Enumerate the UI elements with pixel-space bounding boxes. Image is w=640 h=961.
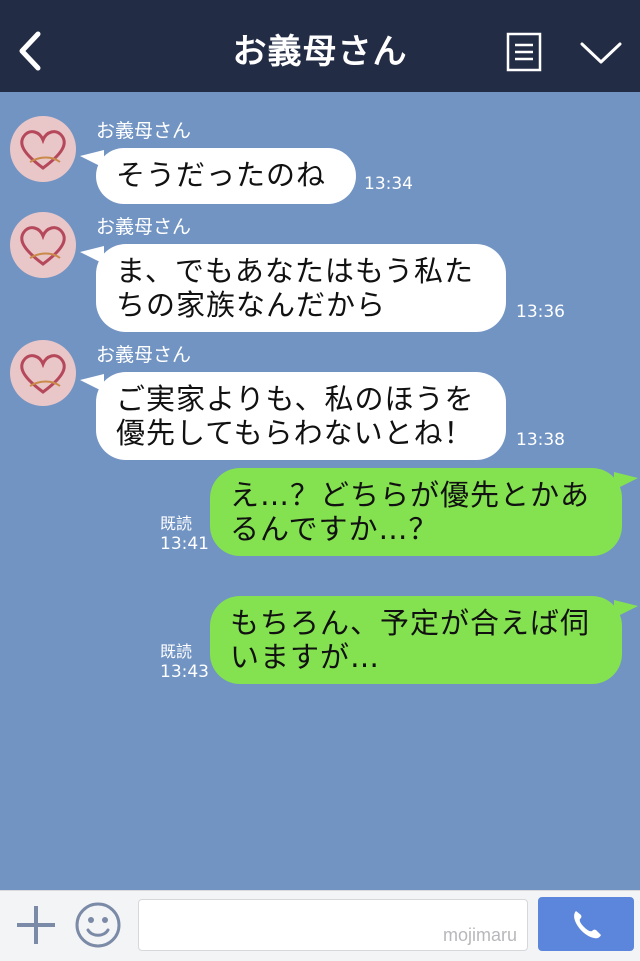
sender-name: お義母さん — [96, 344, 192, 366]
call-button[interactable] — [538, 897, 634, 951]
phone-icon — [574, 911, 601, 939]
smile-icon[interactable] — [74, 901, 122, 949]
chat-title: お義母さん — [232, 32, 408, 72]
avatar[interactable] — [10, 212, 76, 278]
bubble-tail — [614, 472, 638, 490]
timestamp: 13:36 — [516, 302, 565, 322]
timestamp: 13:38 — [516, 430, 565, 450]
chevron-down-icon[interactable] — [580, 40, 622, 66]
message-bubble[interactable]: ま、でもあなたはもう私た ちの家族なんだから — [96, 244, 506, 332]
message-bubble[interactable]: そうだったのね — [96, 148, 356, 204]
chat-area: お義母さん そうだったのね 13:34 お義母さん ま、でもあなたはもう私た ち… — [0, 92, 640, 890]
timestamp: 13:34 — [364, 174, 413, 194]
read-receipt: 既読 — [160, 514, 193, 533]
menu-icon[interactable] — [506, 32, 542, 72]
message-bubble[interactable]: ご実家よりも、私のほうを 優先してもらわないとね！ — [96, 372, 506, 460]
heart-necklace-icon — [20, 130, 66, 170]
heart-necklace-icon — [20, 354, 66, 394]
heart-necklace-icon — [20, 226, 66, 266]
timestamp: 13:43 — [160, 662, 209, 682]
sender-name: お義母さん — [96, 120, 192, 142]
avatar[interactable] — [10, 116, 76, 182]
watermark: mojimaru — [442, 925, 517, 945]
message-bubble[interactable]: え…？どちらが優先とかあ るんですか…？ — [210, 468, 622, 556]
sender-name: お義母さん — [96, 216, 192, 238]
message-input[interactable]: mojimaru — [138, 899, 528, 951]
message-bubble[interactable]: もちろん、予定が合えば伺 いますが… — [210, 596, 622, 684]
header: お義母さん — [0, 0, 640, 92]
avatar[interactable] — [10, 340, 76, 406]
read-receipt: 既読 — [160, 642, 193, 661]
plus-icon[interactable] — [14, 903, 58, 947]
input-bar: mojimaru — [0, 890, 640, 961]
bubble-tail — [614, 600, 638, 618]
timestamp: 13:41 — [160, 534, 209, 554]
